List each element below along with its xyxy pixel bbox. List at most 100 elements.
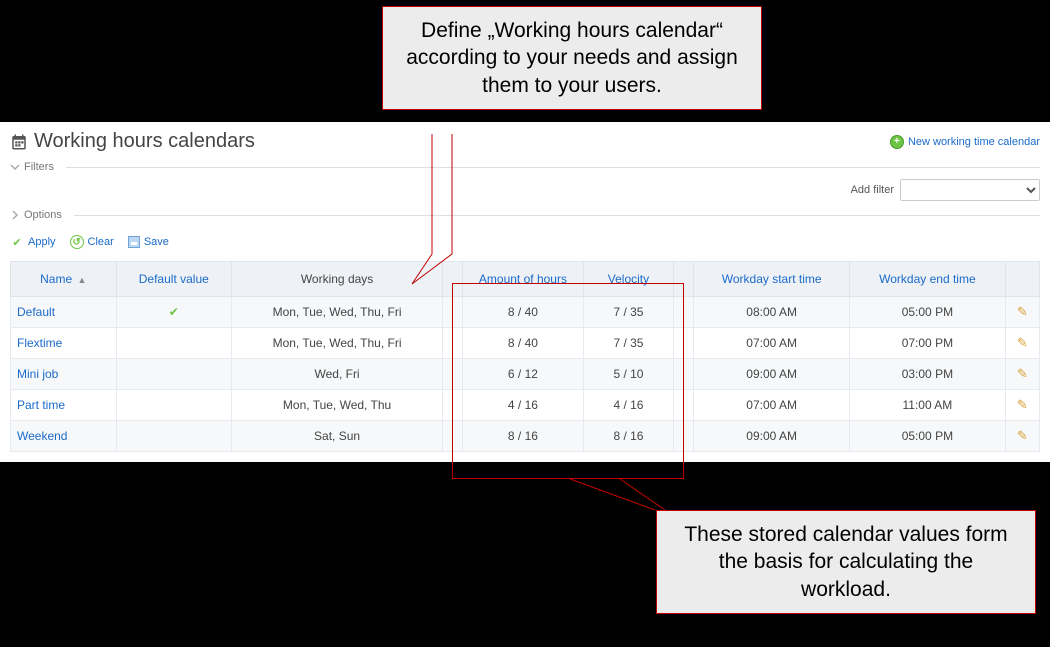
cell-spacer1 [443, 328, 463, 359]
edit-icon[interactable]: ✎ [1017, 366, 1028, 381]
page-title-text: Working hours calendars [34, 130, 255, 153]
cell-default [116, 359, 232, 390]
cell-hours: 6 / 12 [463, 359, 584, 390]
apply-button[interactable]: ✔ Apply [10, 235, 56, 249]
cell-start: 07:00 AM [694, 328, 850, 359]
cell-hours: 8 / 16 [463, 421, 584, 452]
cell-days: Wed, Fri [232, 359, 443, 390]
calendar-icon [10, 133, 28, 151]
cell-default [116, 421, 232, 452]
cell-end: 05:00 PM [850, 297, 1006, 328]
cell-spacer1 [443, 421, 463, 452]
calendar-name-link[interactable]: Default [17, 305, 55, 319]
table-row: Mini jobWed, Fri6 / 125 / 1009:00 AM03:0… [11, 359, 1040, 390]
cell-name: Part time [11, 390, 117, 421]
cell-spacer1 [443, 390, 463, 421]
col-end-label: Workday end time [879, 272, 976, 286]
cell-spacer1 [443, 297, 463, 328]
save-button[interactable]: Save [128, 235, 169, 249]
clear-button[interactable]: ↺ Clear [70, 235, 114, 249]
cell-name: Weekend [11, 421, 117, 452]
col-velocity[interactable]: Velocity [583, 262, 673, 297]
cell-spacer2 [674, 359, 694, 390]
cell-edit: ✎ [1005, 390, 1039, 421]
cell-velocity: 5 / 10 [583, 359, 673, 390]
calendar-name-link[interactable]: Mini job [17, 367, 58, 381]
col-days-label: Working days [301, 272, 373, 286]
options-label: Options [24, 209, 62, 221]
filters-toggle[interactable]: Filters [10, 161, 1040, 173]
cell-end: 07:00 PM [850, 328, 1006, 359]
cell-hours: 8 / 40 [463, 297, 584, 328]
table-row: Part timeMon, Tue, Wed, Thu4 / 164 / 160… [11, 390, 1040, 421]
edit-icon[interactable]: ✎ [1017, 335, 1028, 350]
cell-edit: ✎ [1005, 421, 1039, 452]
col-start[interactable]: Workday start time [694, 262, 850, 297]
cell-hours: 8 / 40 [463, 328, 584, 359]
calendar-name-link[interactable]: Part time [17, 398, 65, 412]
calendars-table: Name ▲ Default value Working days Amount… [10, 261, 1040, 452]
cell-end: 05:00 PM [850, 421, 1006, 452]
col-days[interactable]: Working days [232, 262, 443, 297]
col-hours[interactable]: Amount of hours [463, 262, 584, 297]
reload-icon: ↺ [70, 235, 84, 249]
cell-days: Sat, Sun [232, 421, 443, 452]
cell-spacer2 [674, 328, 694, 359]
apply-label: Apply [28, 236, 56, 248]
options-toggle[interactable]: Options [10, 209, 1040, 221]
new-calendar-link[interactable]: + New working time calendar [890, 135, 1040, 149]
query-actions: ✔ Apply ↺ Clear Save [10, 235, 1040, 249]
add-filter-select[interactable] [900, 179, 1040, 201]
cell-name: Mini job [11, 359, 117, 390]
col-default-label: Default value [139, 272, 209, 286]
cell-days: Mon, Tue, Wed, Thu, Fri [232, 328, 443, 359]
col-velocity-label: Velocity [608, 272, 649, 286]
col-spacer2 [674, 262, 694, 297]
cell-default [116, 390, 232, 421]
cell-velocity: 7 / 35 [583, 328, 673, 359]
col-edit [1005, 262, 1039, 297]
check-icon: ✔ [169, 305, 179, 319]
annotation-top-text: Define „Working hours calendar“ accordin… [406, 19, 738, 97]
cell-name: Flextime [11, 328, 117, 359]
cell-default [116, 328, 232, 359]
filters-label: Filters [24, 161, 54, 173]
page-title: Working hours calendars [10, 130, 255, 153]
calendar-name-link[interactable]: Flextime [17, 336, 62, 350]
cell-start: 08:00 AM [694, 297, 850, 328]
annotation-bottom-text: These stored calendar values form the ba… [684, 523, 1007, 601]
cell-name: Default [11, 297, 117, 328]
calendar-name-link[interactable]: Weekend [17, 429, 67, 443]
cell-hours: 4 / 16 [463, 390, 584, 421]
add-filter-label: Add filter [851, 184, 894, 196]
cell-edit: ✎ [1005, 328, 1039, 359]
cell-days: Mon, Tue, Wed, Thu, Fri [232, 297, 443, 328]
cell-spacer1 [443, 359, 463, 390]
table-header-row: Name ▲ Default value Working days Amount… [11, 262, 1040, 297]
col-name[interactable]: Name ▲ [11, 262, 117, 297]
col-end[interactable]: Workday end time [850, 262, 1006, 297]
cell-days: Mon, Tue, Wed, Thu [232, 390, 443, 421]
edit-icon[interactable]: ✎ [1017, 428, 1028, 443]
cell-start: 07:00 AM [694, 390, 850, 421]
sort-asc-icon: ▲ [77, 275, 86, 285]
col-name-label: Name [40, 272, 72, 286]
annotation-top: Define „Working hours calendar“ accordin… [382, 6, 762, 110]
add-filter-row: Add filter [10, 179, 1040, 201]
plus-icon: + [890, 135, 904, 149]
edit-icon[interactable]: ✎ [1017, 397, 1028, 412]
table-row: Default ✔ Mon, Tue, Wed, Thu, Fri 8 / 407 /… [11, 297, 1040, 328]
cell-velocity: 7 / 35 [583, 297, 673, 328]
page-panel: Working hours calendars + New working ti… [0, 122, 1050, 462]
new-calendar-label: New working time calendar [908, 136, 1040, 148]
col-default[interactable]: Default value [116, 262, 232, 297]
table-row: WeekendSat, Sun8 / 168 / 1609:00 AM05:00… [11, 421, 1040, 452]
cell-edit: ✎ [1005, 359, 1039, 390]
cell-end: 11:00 AM [850, 390, 1006, 421]
cell-velocity: 8 / 16 [583, 421, 673, 452]
page-header: Working hours calendars + New working ti… [10, 130, 1040, 153]
save-label: Save [144, 236, 169, 248]
filters-section: Filters Add filter [10, 161, 1040, 201]
edit-icon[interactable]: ✎ [1017, 304, 1028, 319]
cell-end: 03:00 PM [850, 359, 1006, 390]
